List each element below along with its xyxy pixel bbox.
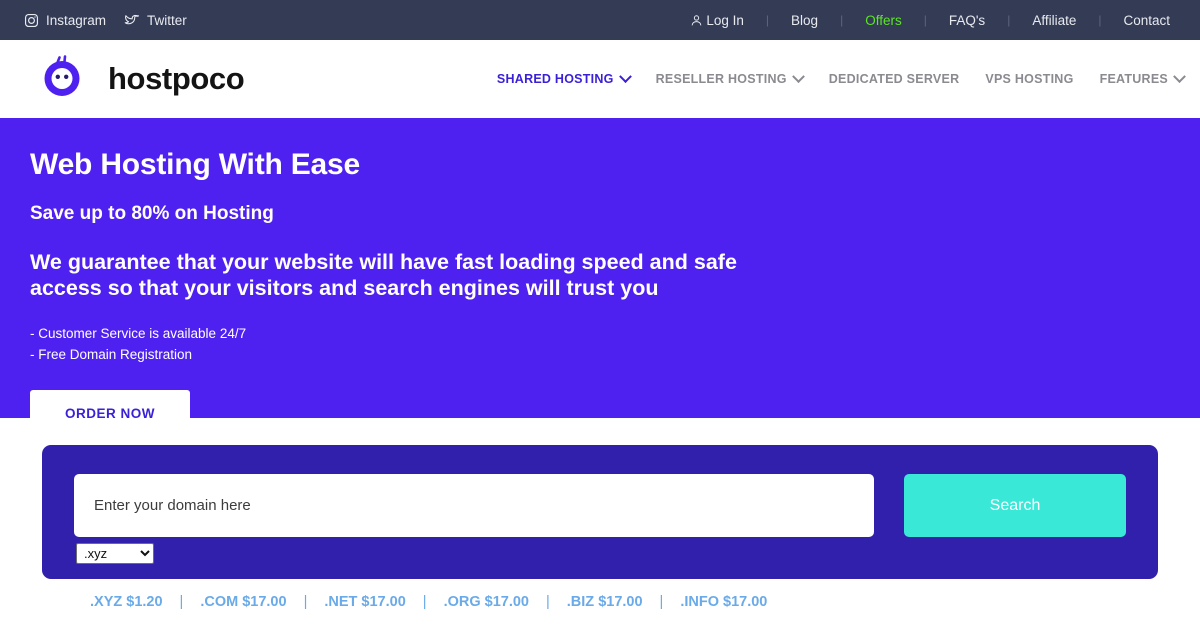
- site-header: hostpoco SHARED HOSTING RESELLER HOSTING…: [0, 40, 1200, 118]
- tld-price-biz[interactable]: .BIZ $17.00: [567, 594, 643, 610]
- domain-search-section: .xyz .com .net .org .biz .info Search: [0, 418, 1200, 579]
- social-link-instagram[interactable]: Instagram: [24, 13, 106, 28]
- tld-price-org[interactable]: .ORG $17.00: [444, 594, 529, 610]
- hero-subtitle: Save up to 80% on Hosting: [30, 203, 274, 224]
- price-separator: |: [659, 594, 664, 610]
- top-nav-offers-label: Offers: [865, 12, 902, 28]
- price-separator: |: [546, 594, 550, 610]
- brand-name: hostpoco: [108, 61, 245, 96]
- hero-banner: Web Hosting With Ease Save up to 80% on …: [0, 118, 1200, 438]
- nav-item-features-label: FEATURES: [1099, 72, 1168, 86]
- hostpoco-mascot-icon: [40, 53, 92, 105]
- tld-price-net[interactable]: .NET $17.00: [324, 594, 405, 610]
- nav-item-features[interactable]: FEATURES: [1087, 69, 1190, 86]
- price-separator: |: [422, 594, 427, 610]
- hero-title: Web Hosting With Ease: [30, 148, 361, 181]
- tld-price-com[interactable]: .COM $17.00: [200, 594, 286, 610]
- twitter-icon: [124, 13, 140, 28]
- domain-search-panel: .xyz .com .net .org .biz .info Search: [42, 445, 1158, 579]
- main-navigation: SHARED HOSTING RESELLER HOSTING DEDICATE…: [484, 69, 1190, 86]
- top-nav-affiliate[interactable]: Affiliate: [1010, 13, 1098, 28]
- price-separator: |: [303, 594, 308, 610]
- chevron-down-icon: [1173, 69, 1186, 83]
- order-now-button[interactable]: ORDER NOW: [30, 389, 190, 438]
- nav-item-reseller-hosting-label: RESELLER HOSTING: [655, 72, 787, 86]
- chevron-down-icon: [791, 69, 805, 83]
- hero-description: We guarantee that your website will have…: [30, 250, 737, 301]
- social-link-instagram-label: Instagram: [46, 12, 107, 28]
- top-nav-login-label: Log In: [706, 12, 744, 28]
- tld-select[interactable]: .xyz .com .net .org .biz .info: [76, 543, 154, 564]
- domain-input-group: .xyz .com .net .org .biz .info: [74, 474, 874, 564]
- top-utility-bar: Instagram Twitter Log In | Blog | Offers…: [0, 0, 1200, 40]
- top-nav-login[interactable]: Log In: [668, 13, 766, 28]
- nav-item-dedicated-server-label: DEDICATED SERVER: [828, 72, 960, 86]
- nav-item-reseller-hosting[interactable]: RESELLER HOSTING: [643, 69, 816, 86]
- top-nav-contact[interactable]: Contact: [1101, 13, 1180, 28]
- nav-item-vps-hosting-label: VPS HOSTING: [985, 72, 1074, 86]
- brand-logo-link[interactable]: hostpoco: [40, 53, 245, 105]
- top-nav-faqs[interactable]: FAQ's: [927, 13, 1007, 28]
- social-link-twitter-label: Twitter: [147, 12, 187, 28]
- nav-item-shared-hosting[interactable]: SHARED HOSTING: [484, 69, 643, 86]
- nav-item-vps-hosting[interactable]: VPS HOSTING: [972, 72, 1086, 86]
- top-nav-faqs-label: FAQ's: [948, 12, 986, 28]
- tld-price-info[interactable]: .INFO $17.00: [680, 594, 767, 610]
- top-nav-affiliate-label: Affiliate: [1032, 12, 1077, 28]
- nav-item-dedicated-server[interactable]: DEDICATED SERVER: [816, 72, 973, 86]
- social-link-twitter[interactable]: Twitter: [124, 13, 187, 28]
- tld-price-list: .XYZ $1.20 | .COM $17.00 | .NET $17.00 |…: [0, 579, 1200, 610]
- domain-search-input[interactable]: [74, 474, 874, 537]
- price-separator: |: [179, 594, 184, 610]
- top-nav-links: Log In | Blog | Offers | FAQ's | Affilia…: [668, 13, 1180, 28]
- user-icon: [690, 14, 703, 27]
- tld-price-xyz[interactable]: .XYZ $1.20: [90, 594, 163, 610]
- hero-feature-1: - Customer Service is available 24/7: [30, 325, 247, 341]
- instagram-icon: [24, 13, 39, 28]
- nav-item-shared-hosting-label: SHARED HOSTING: [496, 72, 614, 86]
- top-nav-contact-label: Contact: [1123, 12, 1170, 28]
- top-nav-offers[interactable]: Offers: [843, 13, 924, 28]
- top-nav-blog-label: Blog: [791, 12, 819, 28]
- hero-feature-2: - Free Domain Registration: [30, 346, 193, 362]
- domain-search-button[interactable]: Search: [904, 474, 1126, 537]
- chevron-down-icon: [618, 69, 632, 83]
- top-nav-blog[interactable]: Blog: [769, 13, 840, 28]
- social-links: Instagram Twitter: [24, 13, 187, 28]
